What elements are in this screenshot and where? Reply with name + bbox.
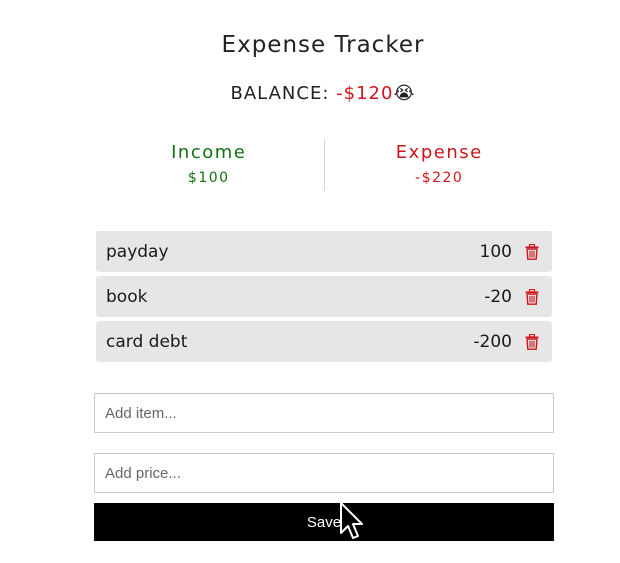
save-button[interactable]: Save	[94, 503, 554, 541]
balance-display: BALANCE: -$120😭	[0, 83, 620, 104]
app-title: Expense Tracker	[221, 32, 425, 58]
income-value: $100	[187, 170, 230, 186]
trash-icon[interactable]	[512, 243, 552, 260]
income-summary: Income $100	[94, 139, 324, 191]
balance-label: BALANCE:	[230, 83, 330, 104]
expense-value: -$220	[415, 170, 464, 186]
expense-summary: Expense -$220	[325, 139, 555, 191]
crying-face-icon: 😭	[393, 83, 416, 104]
income-label: Income	[171, 142, 247, 163]
income-expense-summary: Income $100 Expense -$220	[94, 139, 554, 191]
transaction-name: payday	[106, 241, 169, 262]
transaction-list: payday 100 book -20 card debt -200	[96, 231, 552, 366]
transaction-row: card debt -200	[96, 321, 552, 362]
transaction-price: 100	[479, 241, 512, 262]
transaction-name: book	[106, 286, 148, 307]
trash-icon[interactable]	[512, 333, 552, 350]
item-input[interactable]	[94, 393, 554, 433]
trash-icon[interactable]	[512, 288, 552, 305]
transaction-price: -20	[484, 286, 512, 307]
transaction-price: -200	[473, 331, 512, 352]
transaction-row: payday 100	[96, 231, 552, 272]
transaction-name: card debt	[106, 331, 188, 352]
expense-label: Expense	[395, 142, 483, 163]
balance-amount: -$120	[336, 83, 394, 104]
transaction-row: book -20	[96, 276, 552, 317]
price-input[interactable]	[94, 453, 554, 493]
